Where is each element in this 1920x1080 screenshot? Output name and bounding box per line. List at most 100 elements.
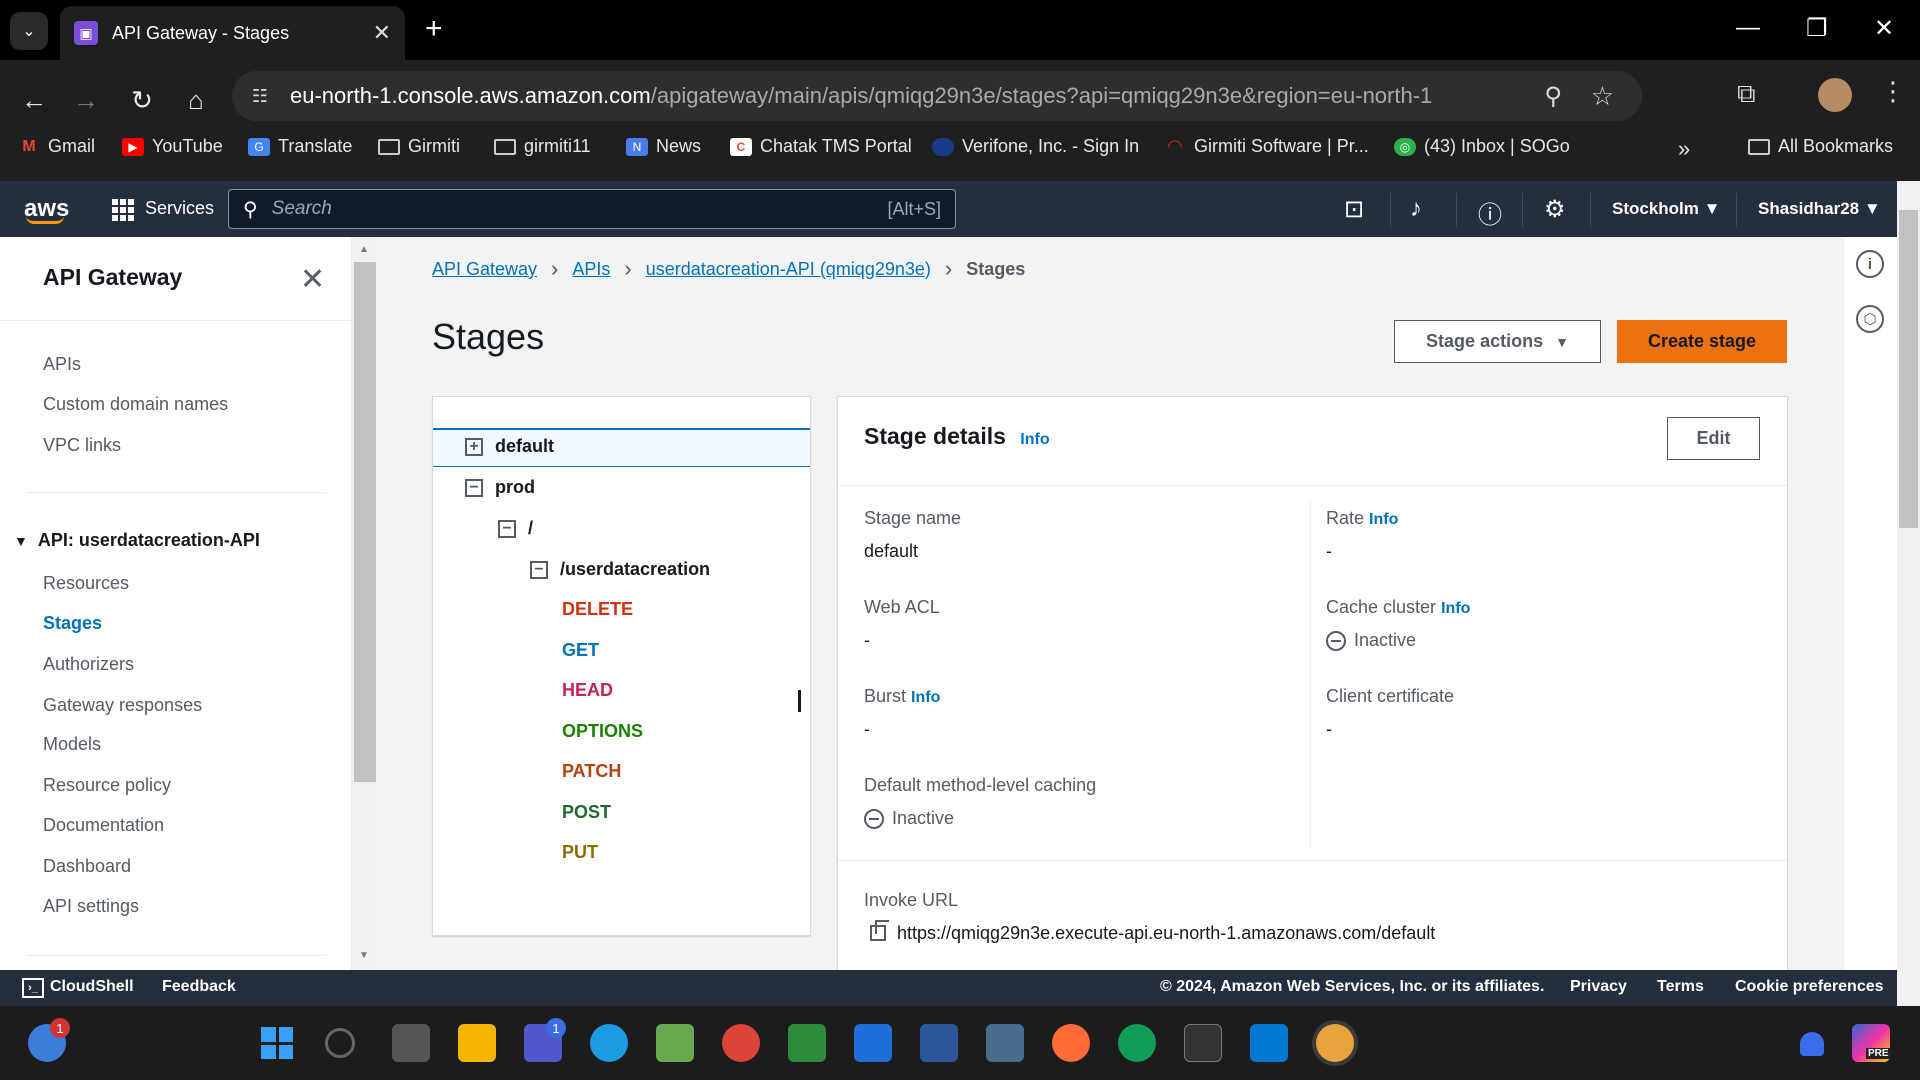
file-explorer-icon[interactable] xyxy=(458,1024,496,1062)
resources-panel-icon[interactable]: ⬡ xyxy=(1856,305,1884,333)
privacy-link[interactable]: Privacy xyxy=(1570,978,1627,996)
services-menu[interactable]: Services xyxy=(145,198,214,219)
security-shield-icon[interactable] xyxy=(854,1024,892,1062)
notepad-plus-icon[interactable] xyxy=(656,1024,694,1062)
word-icon[interactable] xyxy=(920,1024,958,1062)
bookmark-star-icon[interactable]: ☆ xyxy=(1591,81,1614,112)
sidebar-item-resources[interactable]: Resources xyxy=(43,573,129,594)
collapse-icon[interactable]: − xyxy=(465,478,483,497)
tree-node-prod[interactable]: − prod xyxy=(465,477,535,498)
page-scrollbar-thumb[interactable] xyxy=(1899,210,1918,528)
terms-link[interactable]: Terms xyxy=(1657,978,1704,996)
collapse-icon[interactable]: − xyxy=(530,560,548,579)
create-stage-button[interactable]: Create stage xyxy=(1617,320,1787,363)
region-selector[interactable]: Stockholm ▼ xyxy=(1612,199,1720,219)
restore-icon[interactable]: ❐ xyxy=(1806,14,1828,43)
sidebar-item-custom-domain-names[interactable]: Custom domain names xyxy=(43,394,228,415)
method-post[interactable]: POST xyxy=(562,802,611,823)
postman-icon[interactable] xyxy=(1052,1024,1090,1062)
sidebar-item-authorizers[interactable]: Authorizers xyxy=(43,654,134,675)
method-delete[interactable]: DELETE xyxy=(562,599,633,620)
method-get[interactable]: GET xyxy=(562,640,599,661)
expand-icon[interactable]: + xyxy=(465,437,483,456)
windows-start-icon[interactable] xyxy=(258,1024,296,1062)
info-link[interactable]: Info xyxy=(1441,600,1470,617)
edge-icon[interactable] xyxy=(590,1024,628,1062)
meet-icon[interactable] xyxy=(788,1024,826,1062)
sidebar-item-documentation[interactable]: Documentation xyxy=(43,815,164,836)
cloudshell-icon[interactable]: ⊡ xyxy=(1344,195,1364,224)
method-options[interactable]: OPTIONS xyxy=(562,721,643,742)
browser-menu-icon[interactable]: ⋮ xyxy=(1880,76,1906,107)
collapse-icon[interactable]: − xyxy=(498,519,516,538)
sidebar-item-models[interactable]: Models xyxy=(43,734,101,755)
feedback-link[interactable]: Feedback xyxy=(162,978,236,996)
invoke-url-value[interactable]: https://qmiqg29n3e.execute-api.eu-north-… xyxy=(897,923,1435,944)
minimize-icon[interactable]: — xyxy=(1736,14,1760,42)
bookmark-girmiti11[interactable]: girmiti11 xyxy=(494,136,591,157)
scroll-up-icon[interactable]: ▲ xyxy=(359,244,369,255)
tree-node-userdatacreation[interactable]: − /userdatacreation xyxy=(530,559,710,580)
method-head[interactable]: HEAD xyxy=(562,680,613,701)
info-panel-icon[interactable]: i xyxy=(1856,250,1884,278)
bookmark-youtube[interactable]: ▶ YouTube xyxy=(122,136,223,157)
cloudshell-link[interactable]: CloudShell xyxy=(50,978,134,996)
bookmark-news[interactable]: N News xyxy=(626,136,701,157)
info-link[interactable]: Info xyxy=(1020,431,1049,448)
search-taskbar-icon[interactable] xyxy=(325,1028,355,1058)
notifications-bell-icon[interactable]: ♪ xyxy=(1410,195,1422,223)
back-arrow-icon[interactable]: ← xyxy=(14,80,54,120)
sidebar-title[interactable]: API Gateway xyxy=(43,264,182,291)
notification-bell-icon[interactable] xyxy=(1800,1032,1824,1056)
terminal-icon[interactable] xyxy=(1184,1024,1222,1062)
breadcrumb-api[interactable]: userdatacreation-API (qmiqg29n3e) xyxy=(646,259,931,280)
new-tab-button[interactable]: + xyxy=(425,12,443,46)
browser-tab-active[interactable]: ▣ API Gateway - Stages ✕ xyxy=(60,6,405,60)
sidebar-item-dashboard[interactable]: Dashboard xyxy=(43,856,131,877)
more-bookmarks-icon[interactable]: » xyxy=(1678,136,1690,162)
breadcrumb-api-gateway[interactable]: API Gateway xyxy=(432,259,537,280)
cookie-preferences-link[interactable]: Cookie preferences xyxy=(1735,978,1884,996)
aws-search-input[interactable]: ⚲ Search [Alt+S] xyxy=(228,189,956,229)
address-bar[interactable]: ☷ eu-north-1.console.aws.amazon.com/apig… xyxy=(232,71,1642,121)
tab-close-icon[interactable]: ✕ xyxy=(373,20,391,46)
sidebar-item-vpc-links[interactable]: VPC links xyxy=(43,435,121,456)
profile-avatar[interactable] xyxy=(1818,78,1852,112)
chrome-active-icon[interactable] xyxy=(1316,1024,1354,1062)
account-menu[interactable]: Shasidhar28 ▼ xyxy=(1758,199,1881,219)
breadcrumb-apis[interactable]: APIs xyxy=(572,259,610,280)
sidebar-scrollbar-thumb[interactable] xyxy=(354,262,376,782)
copy-icon[interactable] xyxy=(870,925,886,941)
sidebar-api-section[interactable]: ▼ API: userdatacreation-API xyxy=(14,530,260,551)
sidebar-item-apis[interactable]: APIs xyxy=(43,354,81,375)
settings-gear-icon[interactable]: ⚙ xyxy=(1544,195,1566,224)
info-link[interactable]: Info xyxy=(1369,511,1398,528)
sidebar-item-api-settings[interactable]: API settings xyxy=(43,896,139,917)
chrome-profile-icon[interactable] xyxy=(1118,1024,1156,1062)
bookmark-verifone[interactable]: Verifone, Inc. - Sign In xyxy=(932,136,1139,157)
bookmark-girmiti-software[interactable]: ◠ Girmiti Software | Pr... xyxy=(1164,136,1369,157)
tab-search-button[interactable]: ⌄ xyxy=(10,12,48,50)
stage-actions-button[interactable]: Stage actions ▼ xyxy=(1394,320,1601,363)
scroll-down-icon[interactable]: ▼ xyxy=(359,950,369,961)
chrome-icon[interactable] xyxy=(722,1024,760,1062)
services-grid-icon[interactable] xyxy=(112,199,134,221)
vscode-icon[interactable] xyxy=(1250,1024,1288,1062)
sidebar-item-resource-policy[interactable]: Resource policy xyxy=(43,775,171,796)
reload-icon[interactable]: ↻ xyxy=(122,80,162,120)
forward-arrow-icon[interactable]: → xyxy=(66,80,106,120)
method-put[interactable]: PUT xyxy=(562,842,598,863)
cloudshell-footer-icon[interactable]: ›_ xyxy=(22,978,44,998)
extensions-icon[interactable]: ⧉ xyxy=(1737,78,1756,110)
zoom-icon[interactable]: ⚲ xyxy=(1544,82,1562,111)
site-info-icon[interactable]: ☷ xyxy=(240,76,280,116)
sidebar-item-gateway-responses[interactable]: Gateway responses xyxy=(43,695,202,716)
close-sidebar-icon[interactable]: ✕ xyxy=(300,262,325,297)
bookmark-chatak[interactable]: C Chatak TMS Portal xyxy=(730,136,912,157)
window-close-icon[interactable]: ✕ xyxy=(1874,14,1894,43)
sidebar-item-stages[interactable]: Stages xyxy=(43,613,102,634)
info-link[interactable]: Info xyxy=(911,689,940,706)
tree-node-default[interactable]: + default xyxy=(465,436,554,457)
home-icon[interactable]: ⌂ xyxy=(176,80,216,120)
all-bookmarks[interactable]: All Bookmarks xyxy=(1748,136,1893,157)
